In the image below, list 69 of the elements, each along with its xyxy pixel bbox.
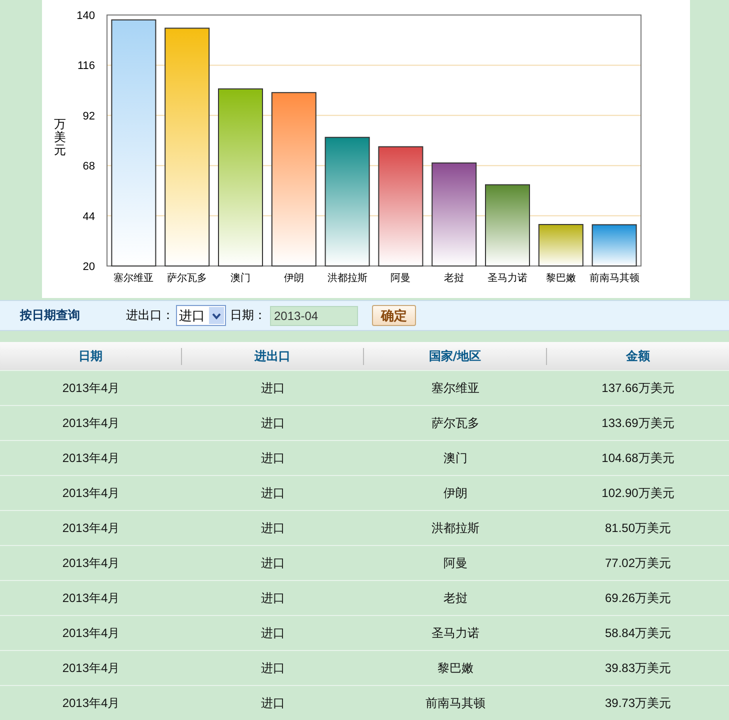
table-cell-text: 老挝 [442, 590, 468, 606]
table-cell-text: 2013年4月 [61, 450, 121, 466]
table-cell-text: 69.26万美元 [604, 590, 672, 606]
table-cell-text: 137.66万美元 [600, 380, 676, 396]
table-cell-text: 澳门 [442, 450, 468, 466]
table-cell-text: 2013年4月 [61, 484, 121, 502]
y-tick-label: 116 [77, 60, 95, 72]
table-cell-text: 进口 [260, 380, 286, 396]
table-cell-text: 81.50万美元 [604, 520, 672, 536]
type-select[interactable]: 进口 [176, 305, 226, 326]
y-tick-label: 44 [82, 210, 95, 223]
y-axis-label: 万美元 [54, 118, 66, 158]
y-tick-label: 92 [82, 110, 95, 122]
table-cell-text: 萨尔瓦多 [430, 414, 480, 432]
table-cell-text: 2013年4月 [61, 554, 121, 572]
bar [592, 224, 637, 266]
table-cell-text: 39.73万美元 [604, 694, 672, 712]
table-cell-text: 102.90万美元 [600, 484, 676, 502]
table-cell-text: 133.69万美元 [600, 414, 676, 432]
table-cell-text: 39.83万美元 [604, 660, 672, 676]
table-cell-text: 58.84万美元 [604, 624, 672, 642]
table-cell-text: 进口 [260, 520, 286, 536]
table-cell-text: 77.02万美元 [604, 554, 672, 572]
table-cell-text: 进口 [260, 660, 286, 676]
column-header: 金额 [625, 348, 651, 364]
table-cell-text: 2013年4月 [61, 380, 121, 396]
table-cell-text: 塞尔维亚 [430, 380, 480, 396]
y-tick-label: 20 [82, 261, 95, 273]
x-tick-label: 塞尔维亚 [114, 273, 154, 284]
table-cell-text: 进口 [260, 414, 286, 432]
bar [538, 224, 584, 266]
query-title: 按日期查询 [20, 307, 81, 324]
table-cell-text: 进口 [260, 450, 286, 466]
table-cell-text: 2013年4月 [61, 624, 121, 642]
table-cell-text: 黎巴嫩 [436, 660, 474, 676]
table-cell-text: 前南马其顿 [424, 694, 486, 712]
table-cell-text: 洪都拉斯 [430, 520, 480, 536]
x-tick-label: 伊朗 [284, 273, 304, 284]
x-tick-label: 黎巴嫩 [546, 273, 576, 284]
x-tick-label: 阿曼 [390, 273, 411, 284]
table-cell-text: 2013年4月 [61, 414, 121, 432]
table-cell-text: 进口 [260, 484, 286, 502]
table-cell-text: 2013年4月 [61, 590, 121, 606]
table-cell-text: 阿曼 [442, 554, 468, 572]
x-tick-label: 老挝 [444, 273, 464, 284]
column-header: 进出口 [182, 348, 364, 364]
confirm-button[interactable]: 确定 [372, 305, 416, 326]
table-cell-text: 104.68万美元 [600, 450, 676, 466]
type-label: 进出口： [126, 307, 174, 324]
x-tick-label: 洪都拉斯 [327, 273, 368, 284]
column-header: 国家/地区 [364, 348, 547, 364]
table-cell-text: 伊朗 [442, 484, 468, 502]
x-tick-label: 萨尔瓦多 [167, 273, 208, 284]
x-tick-label: 澳门 [230, 273, 250, 284]
table-cell-text: 圣马力诺 [430, 624, 480, 642]
table-cell-text: 进口 [260, 590, 286, 606]
table-cell-text: 2013年4月 [61, 694, 121, 712]
table-cell-text: 2013年4月 [61, 520, 121, 536]
table-cell-text: 进口 [260, 624, 286, 642]
column-header: 日期 [0, 348, 182, 364]
table-cell-text: 进口 [260, 554, 286, 572]
y-tick-label: 140 [76, 10, 95, 22]
x-tick-label: 圣马力诺 [488, 273, 528, 284]
table-cell-text: 2013年4月 [61, 660, 121, 676]
date-label: 日期： [230, 307, 266, 324]
x-tick-label: 前南马其顿 [589, 273, 640, 284]
table-cell-text: 进口 [260, 694, 286, 712]
date-field[interactable]: 2013-04 [270, 306, 358, 326]
y-tick-label: 68 [82, 160, 95, 173]
